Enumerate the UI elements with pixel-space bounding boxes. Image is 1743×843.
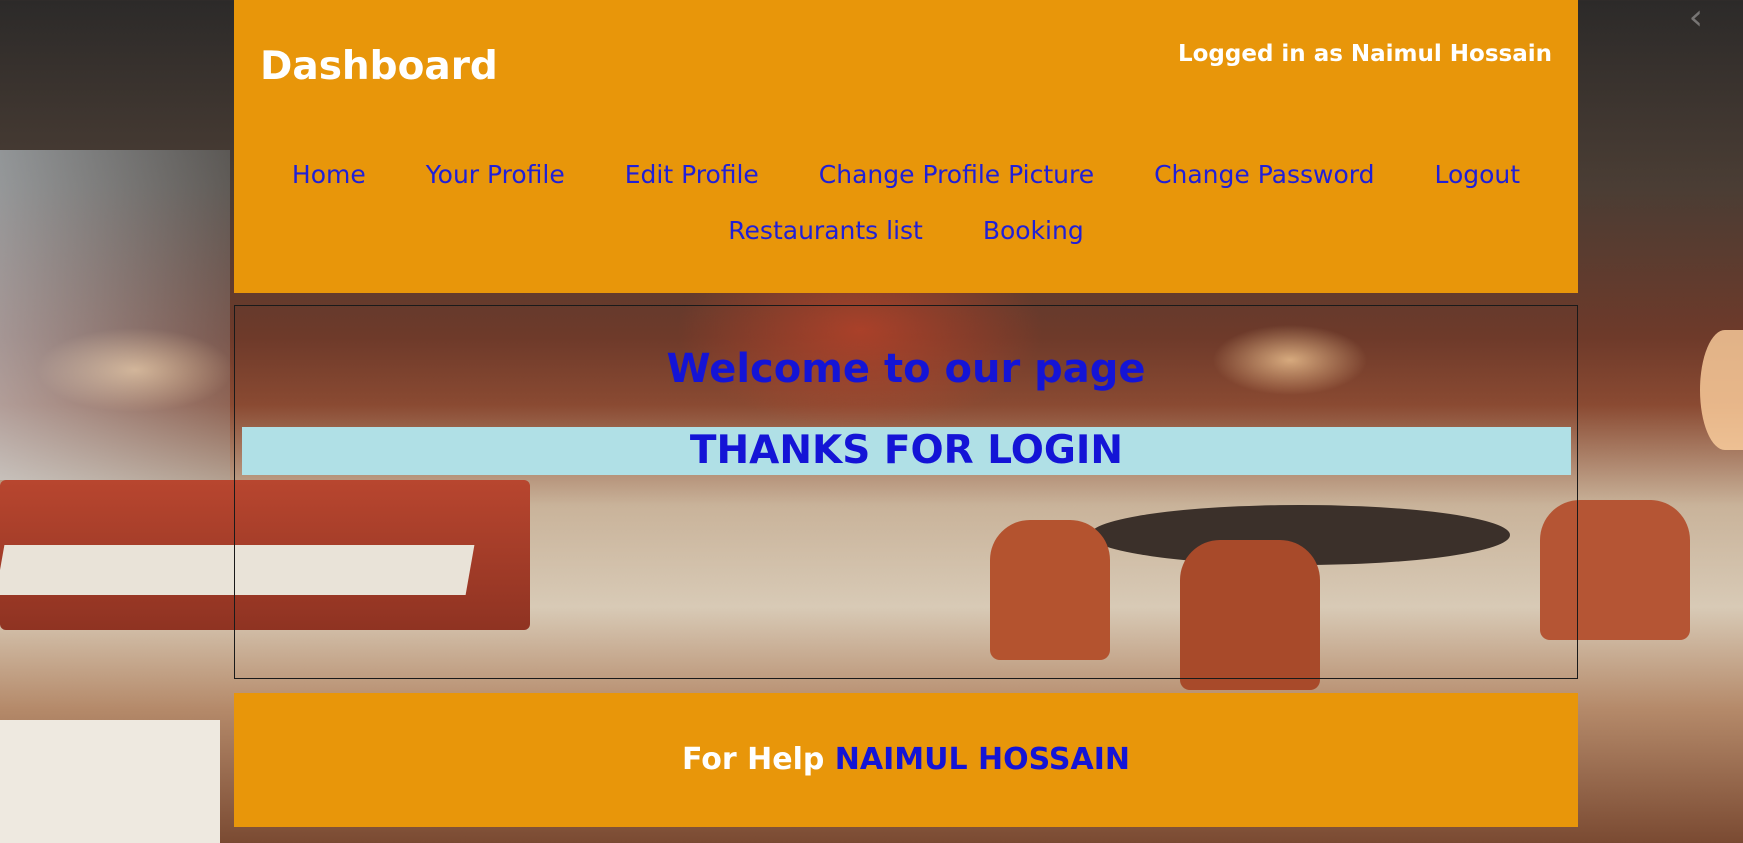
footer-contact-name: NAIMUL HOSSAIN xyxy=(834,742,1131,777)
nav-row: Restaurants list Booking xyxy=(234,203,1578,259)
thanks-banner: THANKS FOR LOGIN xyxy=(242,427,1571,475)
page-container: Dashboard Logged in as Naimul Hossain Ho… xyxy=(234,0,1578,827)
nav-row: Home Your Profile Edit Profile Change Pr… xyxy=(234,147,1578,203)
header: Dashboard Logged in as Naimul Hossain Ho… xyxy=(234,0,1578,293)
main-content: Welcome to our page THANKS FOR LOGIN xyxy=(234,305,1578,679)
main-nav: Home Your Profile Edit Profile Change Pr… xyxy=(234,147,1578,259)
background-table-bottom xyxy=(0,720,220,843)
nav-edit-profile-link[interactable]: Edit Profile xyxy=(625,160,759,189)
logged-in-status: Logged in as Naimul Hossain xyxy=(1177,41,1552,67)
nav-your-profile-link[interactable]: Your Profile xyxy=(426,160,565,189)
background-lamp xyxy=(1700,330,1743,450)
chevron-left-icon[interactable]: ‹ xyxy=(1689,0,1703,36)
nav-change-profile-picture-link[interactable]: Change Profile Picture xyxy=(819,160,1094,189)
nav-change-password-link[interactable]: Change Password xyxy=(1154,160,1374,189)
page-title: Dashboard xyxy=(260,44,498,89)
footer: For Help NAIMUL HOSSAIN xyxy=(234,693,1578,827)
nav-home-link[interactable]: Home xyxy=(292,160,366,189)
welcome-heading: Welcome to our page xyxy=(666,346,1146,392)
nav-booking-link[interactable]: Booking xyxy=(983,216,1084,245)
nav-restaurants-list-link[interactable]: Restaurants list xyxy=(728,216,923,245)
nav-logout-link[interactable]: Logout xyxy=(1434,160,1520,189)
background-window xyxy=(0,150,230,480)
footer-help-label: For Help xyxy=(681,742,825,777)
